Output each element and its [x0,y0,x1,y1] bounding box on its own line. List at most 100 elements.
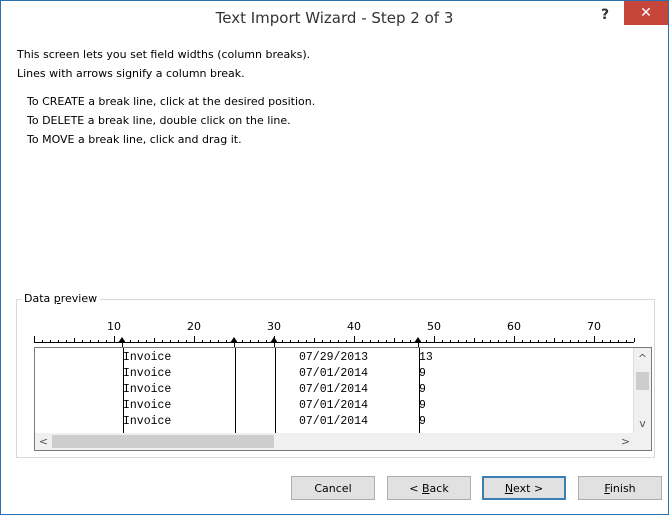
horizontal-scroll-thumb[interactable] [52,435,274,448]
window-title: Text Import Wizard - Step 2 of 3 [215,9,454,27]
ruler-tick [290,340,291,342]
scroll-up-arrow[interactable]: ^ [634,350,651,367]
ruler-tick [442,340,443,342]
ruler-tick [458,340,459,342]
ruler-tick [634,338,635,342]
ruler-tick [570,340,571,342]
ruler-tick [402,340,403,342]
close-button[interactable]: ✕ [624,1,668,25]
preview-cell: Invoice [123,415,172,428]
ruler-tick [482,340,483,342]
ruler-label: 50 [427,320,441,333]
ruler-tick [90,340,91,342]
ruler-tick [50,340,51,342]
preview-cell: 07/29/2013 [299,351,369,364]
ruler-tick [626,340,627,342]
ruler-tick [210,340,211,342]
ruler-tick [370,340,371,342]
ruler-tick [226,340,227,342]
preview-cell: Invoice [123,383,172,396]
ruler-tick [242,340,243,342]
ruler-tick [298,340,299,342]
data-preview-legend: Data preview [21,292,101,305]
ruler-label: 10 [107,320,121,333]
scroll-right-arrow[interactable]: > [617,433,634,450]
ruler-tick [330,340,331,342]
preview-cell: Invoice [123,351,172,364]
column-ruler[interactable]: 10 20 30 40 50 60 70 [34,317,635,347]
ruler-tick [610,340,611,342]
ruler-tick [522,340,523,342]
ruler-tick [594,336,595,342]
column-break-line[interactable] [235,348,236,433]
preview-cell: 9 [419,399,426,412]
instruction-delete: To DELETE a break line, double click on … [27,114,291,127]
title-bar: Text Import Wizard - Step 2 of 3 ? ✕ [1,1,668,34]
preview-cell: 07/01/2014 [299,415,369,428]
ruler-tick [178,340,179,342]
preview-cell: 07/01/2014 [299,383,369,396]
ruler-tick [554,338,555,342]
ruler-tick [98,340,99,342]
ruler-tick [538,340,539,342]
instruction-create: To CREATE a break line, click at the des… [27,95,316,108]
column-break-line[interactable] [123,348,124,433]
ruler-tick [474,338,475,342]
ruler-tick [66,340,67,342]
ruler-label: 60 [507,320,521,333]
ruler-tick [138,340,139,342]
ruler-tick [450,340,451,342]
ruler-tick [578,340,579,342]
scroll-left-arrow[interactable]: < [35,433,52,450]
ruler-tick [154,338,155,342]
ruler-tick [338,340,339,342]
ruler-tick [490,340,491,342]
ruler-tick [162,340,163,342]
data-preview-pane[interactable]: Invoice 07/29/2013 13 Invoice 07/01/2014 9 Inv… [34,347,652,451]
ruler-tick [58,340,59,342]
ruler-tick [618,340,619,342]
ruler-label: 30 [267,320,281,333]
ruler-tick [514,336,515,342]
ruler-tick [34,336,35,342]
ruler-tick [266,340,267,342]
ruler-tick [530,340,531,342]
ruler-tick [42,340,43,342]
help-button[interactable]: ? [592,5,618,25]
next-button[interactable]: Next > [482,476,566,500]
ruler-tick [394,338,395,342]
text-import-wizard-dialog: Text Import Wizard - Step 2 of 3 ? ✕ Thi… [0,0,669,515]
preview-cell: 07/01/2014 [299,367,369,380]
preview-cell: 13 [419,351,433,364]
preview-cell: Invoice [123,399,172,412]
ruler-tick [74,338,75,342]
ruler-tick [426,340,427,342]
instruction-move: To MOVE a break line, click and drag it. [27,133,242,146]
ruler-tick [562,340,563,342]
scroll-down-arrow[interactable]: v [634,415,651,432]
preview-cell: 07/01/2014 [299,399,369,412]
ruler-tick [186,340,187,342]
vertical-scrollbar[interactable]: ^ v [633,348,651,450]
preview-cell: Invoice [123,367,172,380]
back-button[interactable]: < Back [387,476,471,500]
ruler-label: 40 [347,320,361,333]
column-break-line[interactable] [275,348,276,433]
ruler-tick [314,338,315,342]
instruction-line-1: This screen lets you set field widths (c… [17,48,311,61]
preview-cell: 9 [419,415,426,428]
ruler-tick [498,340,499,342]
horizontal-scrollbar[interactable]: < > [35,433,634,450]
finish-button[interactable]: Finish [578,476,662,500]
ruler-tick [378,340,379,342]
ruler-tick [506,340,507,342]
column-break-line[interactable] [419,348,420,433]
preview-cell: 9 [419,383,426,396]
vertical-scroll-thumb[interactable] [636,372,649,390]
ruler-tick [434,336,435,342]
ruler-tick [362,340,363,342]
cancel-button[interactable]: Cancel [291,476,375,500]
ruler-tick [306,340,307,342]
ruler-tick [466,340,467,342]
ruler-tick [114,336,115,342]
